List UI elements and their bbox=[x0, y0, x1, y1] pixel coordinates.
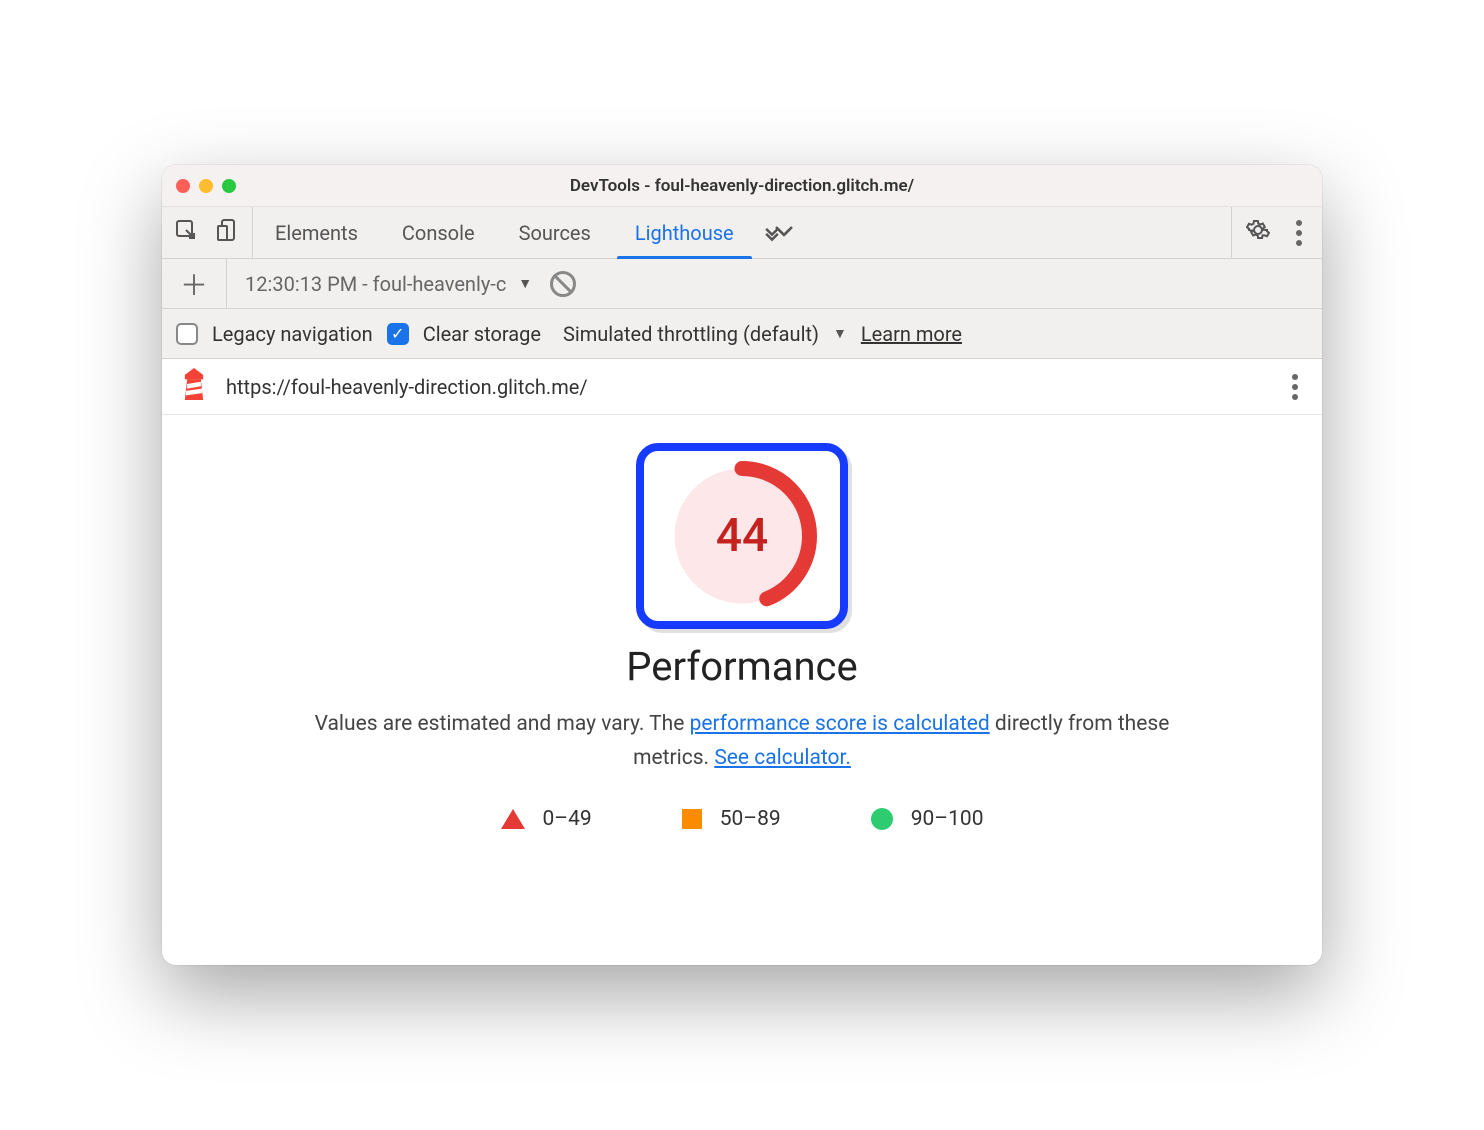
learn-more-link[interactable]: Learn more bbox=[861, 322, 962, 346]
performance-category-title: Performance bbox=[626, 643, 857, 690]
close-window-button[interactable] bbox=[176, 179, 190, 193]
dropdown-triangle-icon: ▼ bbox=[518, 275, 532, 292]
tabs-right-actions bbox=[1231, 207, 1322, 258]
window-titlebar: DevTools - foul-heavenly-direction.glitc… bbox=[162, 165, 1322, 207]
lighthouse-secondary-bar: ＋ 12:30:13 PM - foul-heavenly-c ▼ bbox=[162, 259, 1322, 309]
report-selector[interactable]: 12:30:13 PM - foul-heavenly-c ▼ bbox=[245, 272, 532, 296]
performance-description: Values are estimated and may vary. The p… bbox=[312, 708, 1172, 775]
throttling-label: Simulated throttling (default) bbox=[563, 322, 819, 346]
legend-fail: 0–49 bbox=[501, 807, 592, 831]
triangle-red-icon bbox=[501, 809, 525, 829]
clear-reports-icon[interactable] bbox=[550, 271, 576, 297]
report-selector-label: 12:30:13 PM - foul-heavenly-c bbox=[245, 272, 506, 296]
tab-sources[interactable]: Sources bbox=[497, 207, 613, 258]
performance-score-value: 44 bbox=[667, 461, 817, 611]
more-tabs-chevron-icon[interactable] bbox=[756, 207, 798, 258]
square-orange-icon bbox=[682, 809, 702, 829]
performance-score-calc-link[interactable]: performance score is calculated bbox=[690, 712, 990, 736]
tab-lighthouse[interactable]: Lighthouse bbox=[613, 207, 756, 258]
clear-storage-label: Clear storage bbox=[423, 322, 541, 346]
inspect-element-icon[interactable] bbox=[174, 218, 198, 247]
legacy-navigation-checkbox[interactable] bbox=[176, 323, 198, 345]
dropdown-triangle-icon: ▼ bbox=[833, 325, 847, 342]
lighthouse-logo-icon bbox=[180, 368, 208, 405]
legend-fail-label: 0–49 bbox=[543, 807, 592, 831]
lighthouse-options-bar: Legacy navigation ✓ Clear storage Simula… bbox=[162, 309, 1322, 359]
legacy-navigation-label: Legacy navigation bbox=[212, 322, 373, 346]
traffic-lights bbox=[162, 179, 236, 193]
settings-gear-icon[interactable] bbox=[1246, 218, 1270, 247]
new-report-button[interactable]: ＋ bbox=[174, 259, 227, 308]
desc-text-1: Values are estimated and may vary. The bbox=[315, 712, 690, 736]
throttling-selector[interactable]: Simulated throttling (default) ▼ bbox=[563, 322, 847, 346]
device-toolbar-icon[interactable] bbox=[216, 218, 240, 247]
legend-average: 50–89 bbox=[682, 807, 781, 831]
legend-pass-label: 90–100 bbox=[911, 807, 984, 831]
see-calculator-link[interactable]: See calculator. bbox=[714, 746, 851, 770]
circle-green-icon bbox=[871, 808, 893, 830]
score-highlight-box: 44 bbox=[636, 443, 848, 629]
legend-pass: 90–100 bbox=[871, 807, 984, 831]
score-legend: 0–49 50–89 90–100 bbox=[501, 807, 984, 831]
devtools-tabs-bar: Elements Console Sources Lighthouse bbox=[162, 207, 1322, 259]
report-url-row: https://foul-heavenly-direction.glitch.m… bbox=[162, 359, 1322, 415]
panel-tabs: Elements Console Sources Lighthouse bbox=[253, 207, 1231, 258]
performance-score-gauge[interactable]: 44 bbox=[667, 461, 817, 611]
tab-console[interactable]: Console bbox=[380, 207, 497, 258]
report-url: https://foul-heavenly-direction.glitch.m… bbox=[226, 375, 1268, 399]
legend-average-label: 50–89 bbox=[720, 807, 781, 831]
tab-elements[interactable]: Elements bbox=[253, 207, 380, 258]
report-main: 44 Performance Values are estimated and … bbox=[162, 415, 1322, 965]
window-title: DevTools - foul-heavenly-direction.glitc… bbox=[162, 176, 1322, 196]
more-menu-icon[interactable] bbox=[1290, 220, 1308, 246]
inspect-tools bbox=[162, 207, 253, 258]
minimize-window-button[interactable] bbox=[199, 179, 213, 193]
clear-storage-checkbox[interactable]: ✓ bbox=[387, 323, 409, 345]
report-menu-icon[interactable] bbox=[1286, 374, 1304, 400]
maximize-window-button[interactable] bbox=[222, 179, 236, 193]
devtools-window: DevTools - foul-heavenly-direction.glitc… bbox=[162, 165, 1322, 965]
